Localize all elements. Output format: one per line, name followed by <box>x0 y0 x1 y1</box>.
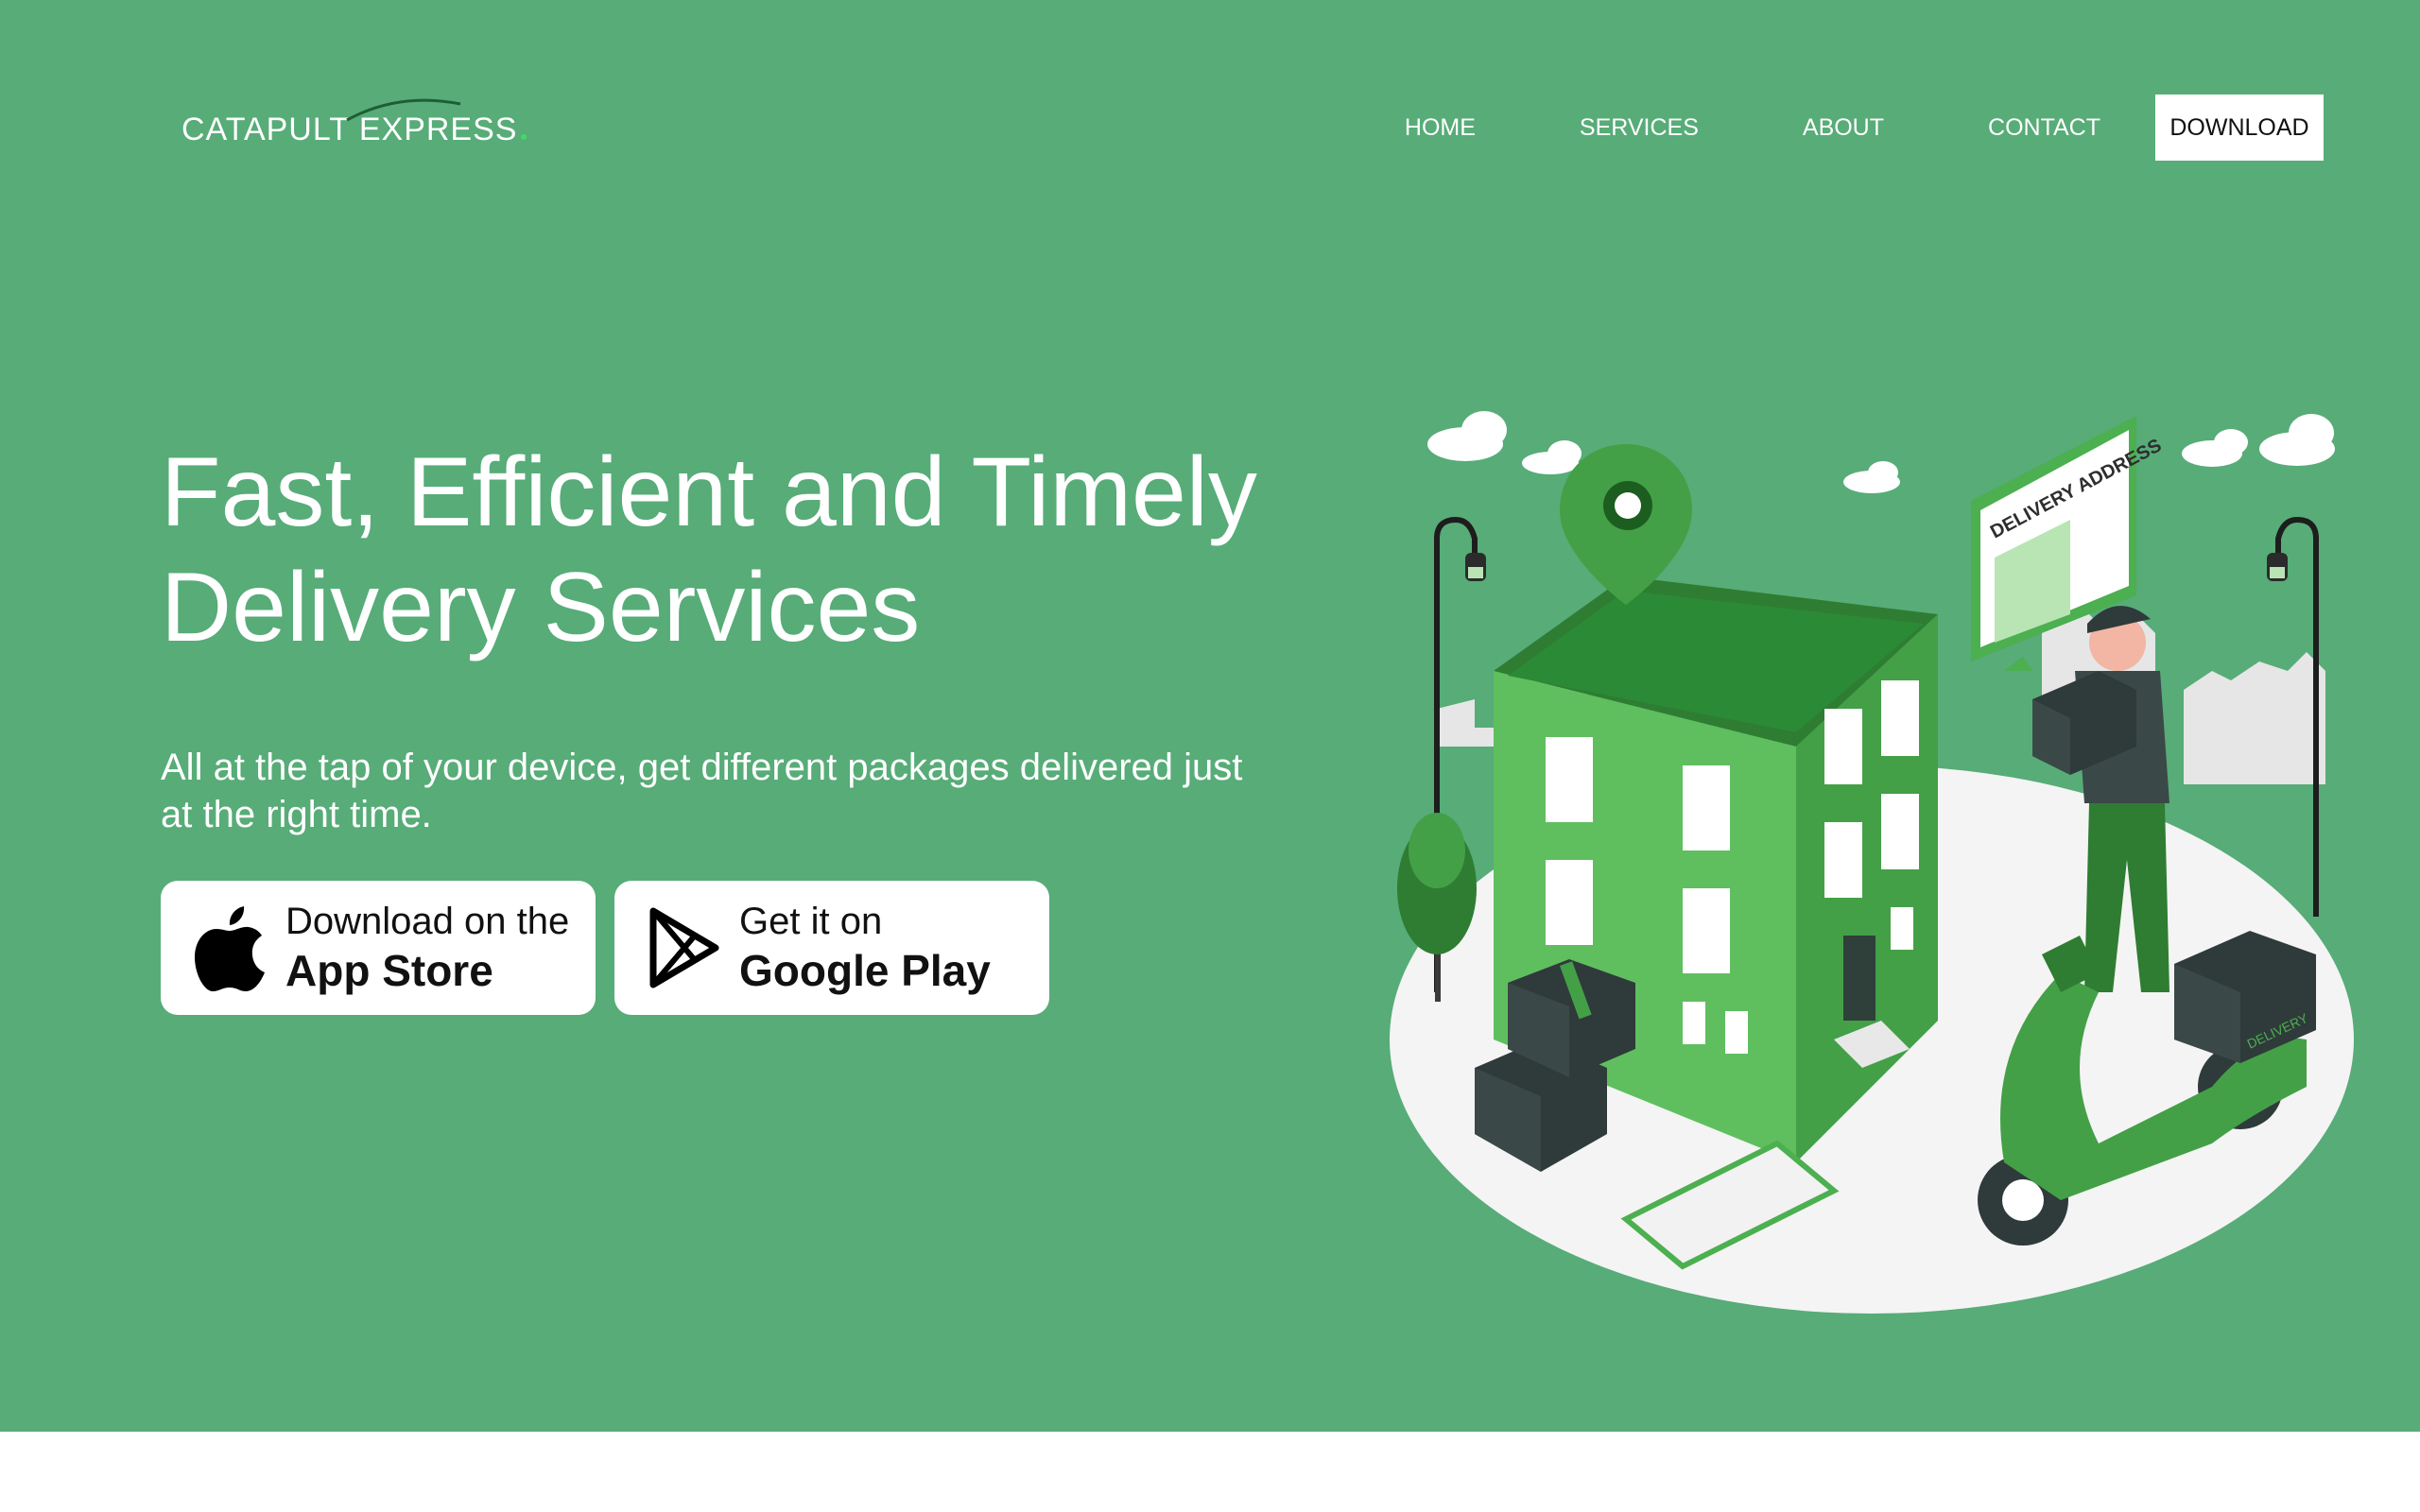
delivery-illustration: DELIVERY ADDRESS DELIVERY <box>1390 411 2354 1314</box>
main-nav: HOME SERVICES ABOUT CONTACT DOWNLOAD <box>1405 94 2324 161</box>
google-play-small-text: Get it on <box>739 901 883 942</box>
google-play-big-text: Google Play <box>739 946 991 995</box>
hero-subtext: All at the tap of your device, get diffe… <box>161 747 1243 835</box>
cloud-icon <box>1427 411 2335 493</box>
hero-section: CATAPULT EXPRESS HOME SERVICES ABOUT CON… <box>0 0 2420 1432</box>
app-store-button[interactable]: Download on the App Store <box>161 881 596 1015</box>
nav-services[interactable]: SERVICES <box>1580 114 1699 142</box>
hero-headline: Fast, Efficient and Timely Delivery Serv… <box>161 435 1342 665</box>
google-play-icon <box>641 901 726 995</box>
nav-about[interactable]: ABOUT <box>1803 114 1884 142</box>
google-play-button[interactable]: Get it on Google Play <box>614 881 1049 1015</box>
location-pin-icon <box>1560 444 1692 605</box>
headline-line-1: Fast, Efficient and Timely <box>161 438 1257 547</box>
nav-home[interactable]: HOME <box>1405 114 1476 142</box>
app-store-big-text: App Store <box>285 946 493 995</box>
headline-line-2: Delivery Services <box>161 553 921 662</box>
nav-contact[interactable]: CONTACT <box>1988 114 2100 142</box>
apple-icon <box>187 901 272 995</box>
download-button[interactable]: DOWNLOAD <box>2155 94 2324 161</box>
logo-dot-icon <box>521 134 527 140</box>
app-store-small-text: Download on the <box>285 901 570 942</box>
logo[interactable]: CATAPULT EXPRESS <box>182 98 527 148</box>
logo-swoosh-icon <box>346 98 461 122</box>
